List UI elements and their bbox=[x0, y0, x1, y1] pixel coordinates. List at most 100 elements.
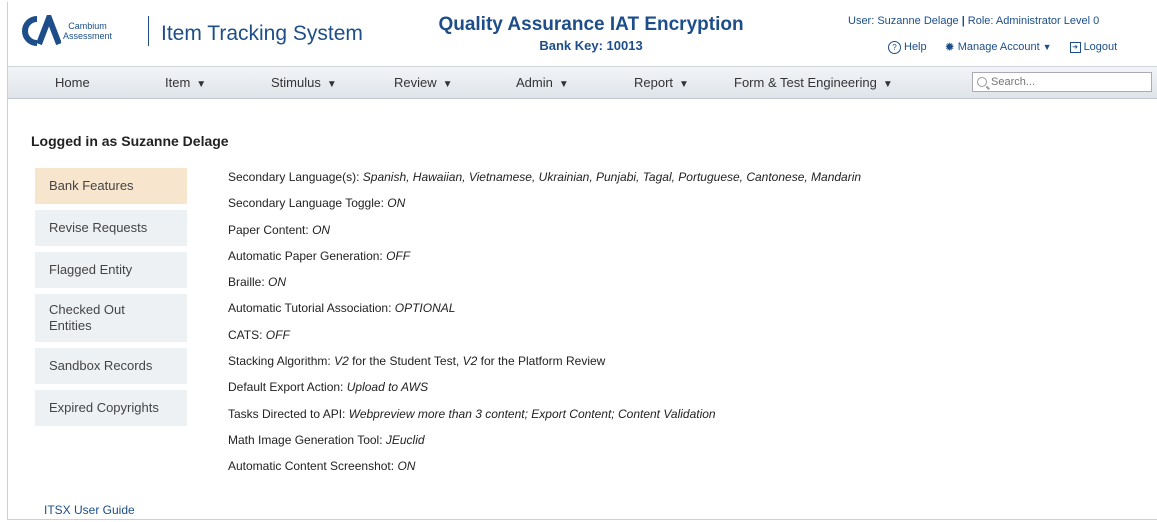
app-title: Item Tracking System bbox=[161, 22, 363, 45]
user-guide-link[interactable]: ITSX User Guide bbox=[44, 503, 135, 517]
sidebar-item-sandbox-records[interactable]: Sandbox Records bbox=[35, 348, 187, 384]
manage-account-menu[interactable]: ✹ Manage Account ▼ bbox=[945, 40, 1052, 54]
feature-automatic-paper-generation: Automatic Paper Generation: OFF bbox=[228, 248, 861, 274]
page-title: Quality Assurance IAT Encryption bbox=[438, 14, 744, 35]
feature-label: Automatic Tutorial Association: bbox=[228, 301, 395, 316]
nav-label: Home bbox=[55, 75, 90, 90]
caret-down-icon: ▼ bbox=[679, 79, 689, 90]
feature-cats: CATS: OFF bbox=[228, 327, 861, 353]
logout-link[interactable]: ➜ Logout bbox=[1069, 40, 1118, 54]
cambium-logo-icon bbox=[22, 15, 61, 46]
nav-label: Form & Test Engineering bbox=[734, 75, 877, 90]
nav-item[interactable]: Item ▼ bbox=[165, 75, 206, 90]
header: Cambium Assessment Item Tracking System … bbox=[8, 2, 1157, 62]
sidebar-item-flagged-entity[interactable]: Flagged Entity bbox=[35, 252, 187, 288]
feature-label: for the Platform Review bbox=[477, 354, 606, 369]
feature-paper-content: Paper Content: ON bbox=[228, 222, 861, 248]
feature-value: ON bbox=[387, 196, 406, 211]
feature-braille: Braille: ON bbox=[228, 274, 861, 300]
feature-label: Secondary Language Toggle: bbox=[228, 196, 388, 211]
search-input[interactable] bbox=[991, 76, 1131, 88]
feature-math-image-generation-tool: Math Image Generation Tool: JEuclid bbox=[228, 432, 861, 458]
caret-down-icon: ▼ bbox=[558, 79, 569, 90]
sidebar: Bank Features Revise Requests Flagged En… bbox=[35, 168, 187, 432]
caret-down-icon: ▼ bbox=[196, 79, 207, 90]
feature-label: for the Student Test, bbox=[348, 354, 463, 369]
feature-label: Math Image Generation Tool: bbox=[228, 432, 386, 447]
feature-value: OFF bbox=[386, 248, 411, 263]
sidebar-item-label: Checked Out Entities bbox=[49, 302, 125, 333]
cambium-logo[interactable]: Cambium Assessment bbox=[19, 15, 112, 47]
feature-label: CATS: bbox=[228, 327, 266, 342]
logout-icon: ➜ bbox=[1069, 41, 1081, 53]
feature-value: ON bbox=[268, 275, 287, 290]
feature-label: Paper Content: bbox=[228, 222, 313, 237]
feature-value: Spanish, Hawaiian, Vietnamese, Ukrainian… bbox=[362, 170, 862, 184]
feature-value: ON bbox=[312, 222, 331, 237]
feature-tasks-directed-to-api: Tasks Directed to API: Webpreview more t… bbox=[228, 406, 861, 432]
user-role-separator: | bbox=[961, 15, 965, 27]
feature-label: Default Export Action: bbox=[228, 380, 347, 395]
nav-label: Item bbox=[165, 75, 191, 90]
nav-label: Stimulus bbox=[271, 75, 321, 90]
sidebar-item-revise-requests[interactable]: Revise Requests bbox=[35, 210, 187, 246]
help-link[interactable]: ? Help bbox=[888, 40, 927, 54]
nav-review[interactable]: Review ▼ bbox=[394, 75, 453, 90]
bank-features-list: Secondary Language(s): Spanish, Hawaiian… bbox=[228, 169, 861, 485]
nav-admin[interactable]: Admin ▼ bbox=[516, 75, 569, 90]
feature-value: OFF bbox=[265, 327, 290, 342]
manage-account-label: Manage Account bbox=[957, 41, 1040, 53]
logged-in-heading: Logged in as Suzanne Delage bbox=[31, 133, 229, 149]
sidebar-item-bank-features[interactable]: Bank Features bbox=[35, 168, 187, 204]
nav-label: Review bbox=[394, 75, 437, 90]
logo-text-line2: Assessment bbox=[63, 31, 113, 41]
feature-value: ON bbox=[397, 459, 416, 474]
feature-label: Stacking Algorithm: bbox=[228, 354, 335, 369]
feature-stacking-algorithm: Stacking Algorithm: V2 for the Student T… bbox=[228, 353, 861, 379]
sidebar-item-expired-copyrights[interactable]: Expired Copyrights bbox=[35, 390, 187, 426]
feature-label: Tasks Directed to API: bbox=[228, 406, 349, 421]
search-box[interactable] bbox=[972, 72, 1152, 92]
caret-down-icon: ▼ bbox=[1042, 42, 1052, 52]
search-icon bbox=[977, 77, 987, 87]
feature-label: Braille: bbox=[228, 275, 269, 290]
feature-label: Automatic Content Screenshot: bbox=[228, 459, 398, 474]
help-icon: ? bbox=[888, 40, 901, 54]
logo-divider bbox=[148, 16, 149, 46]
feature-label: Secondary Language(s): bbox=[228, 170, 363, 184]
feature-value: V2 bbox=[462, 354, 478, 369]
caret-down-icon: ▼ bbox=[442, 79, 453, 90]
feature-label: Automatic Paper Generation: bbox=[228, 248, 387, 263]
feature-value: JEuclid bbox=[385, 432, 425, 447]
nav-stimulus[interactable]: Stimulus ▼ bbox=[271, 75, 337, 90]
feature-automatic-tutorial-association: Automatic Tutorial Association: OPTIONAL bbox=[228, 300, 861, 326]
nav-report[interactable]: Report ▼ bbox=[634, 75, 689, 90]
feature-value: OPTIONAL bbox=[394, 301, 456, 316]
user-info: User: Suzanne Delage | Role: Administrator… bbox=[848, 15, 1099, 27]
app-frame: Cambium Assessment Item Tracking System … bbox=[7, 2, 1157, 520]
feature-value: Upload to AWS bbox=[346, 380, 429, 395]
user-role: Role: Administrator Level 0 bbox=[967, 15, 1100, 27]
logout-label: Logout bbox=[1083, 41, 1118, 53]
help-label: Help bbox=[904, 41, 927, 53]
main-nav: Home Item ▼ Stimulus ▼ Review ▼ Admin ▼ Repo… bbox=[8, 66, 1157, 99]
caret-down-icon: ▼ bbox=[882, 79, 893, 90]
feature-secondary-language-toggle: Secondary Language Toggle: ON bbox=[228, 195, 861, 221]
logo-wordmark: Cambium Assessment bbox=[63, 21, 112, 41]
sidebar-item-checked-out-entities[interactable]: Checked Out Entities bbox=[35, 294, 187, 342]
gear-icon: ✹ bbox=[944, 40, 955, 54]
bank-key: Bank Key: 10013 bbox=[539, 38, 643, 53]
header-links: ? Help ✹ Manage Account ▼ ➜ Logout bbox=[888, 40, 1117, 54]
caret-down-icon: ▼ bbox=[326, 79, 337, 90]
logo-text-line1: Cambium bbox=[68, 21, 107, 31]
feature-default-export-action: Default Export Action: Upload to AWS bbox=[228, 379, 861, 405]
feature-secondary-languages: Secondary Language(s): Spanish, Hawaiian… bbox=[228, 169, 861, 195]
feature-automatic-content-screenshot: Automatic Content Screenshot: ON bbox=[228, 458, 861, 484]
feature-value: V2 bbox=[334, 354, 349, 369]
user-name: User: Suzanne Delage bbox=[848, 15, 959, 27]
feature-value: Webpreview more than 3 content; Export C… bbox=[348, 406, 716, 421]
nav-label: Report bbox=[634, 75, 674, 90]
nav-label: Admin bbox=[516, 75, 553, 90]
nav-form-test-engineering[interactable]: Form & Test Engineering ▼ bbox=[734, 75, 893, 90]
nav-home[interactable]: Home bbox=[55, 75, 90, 90]
